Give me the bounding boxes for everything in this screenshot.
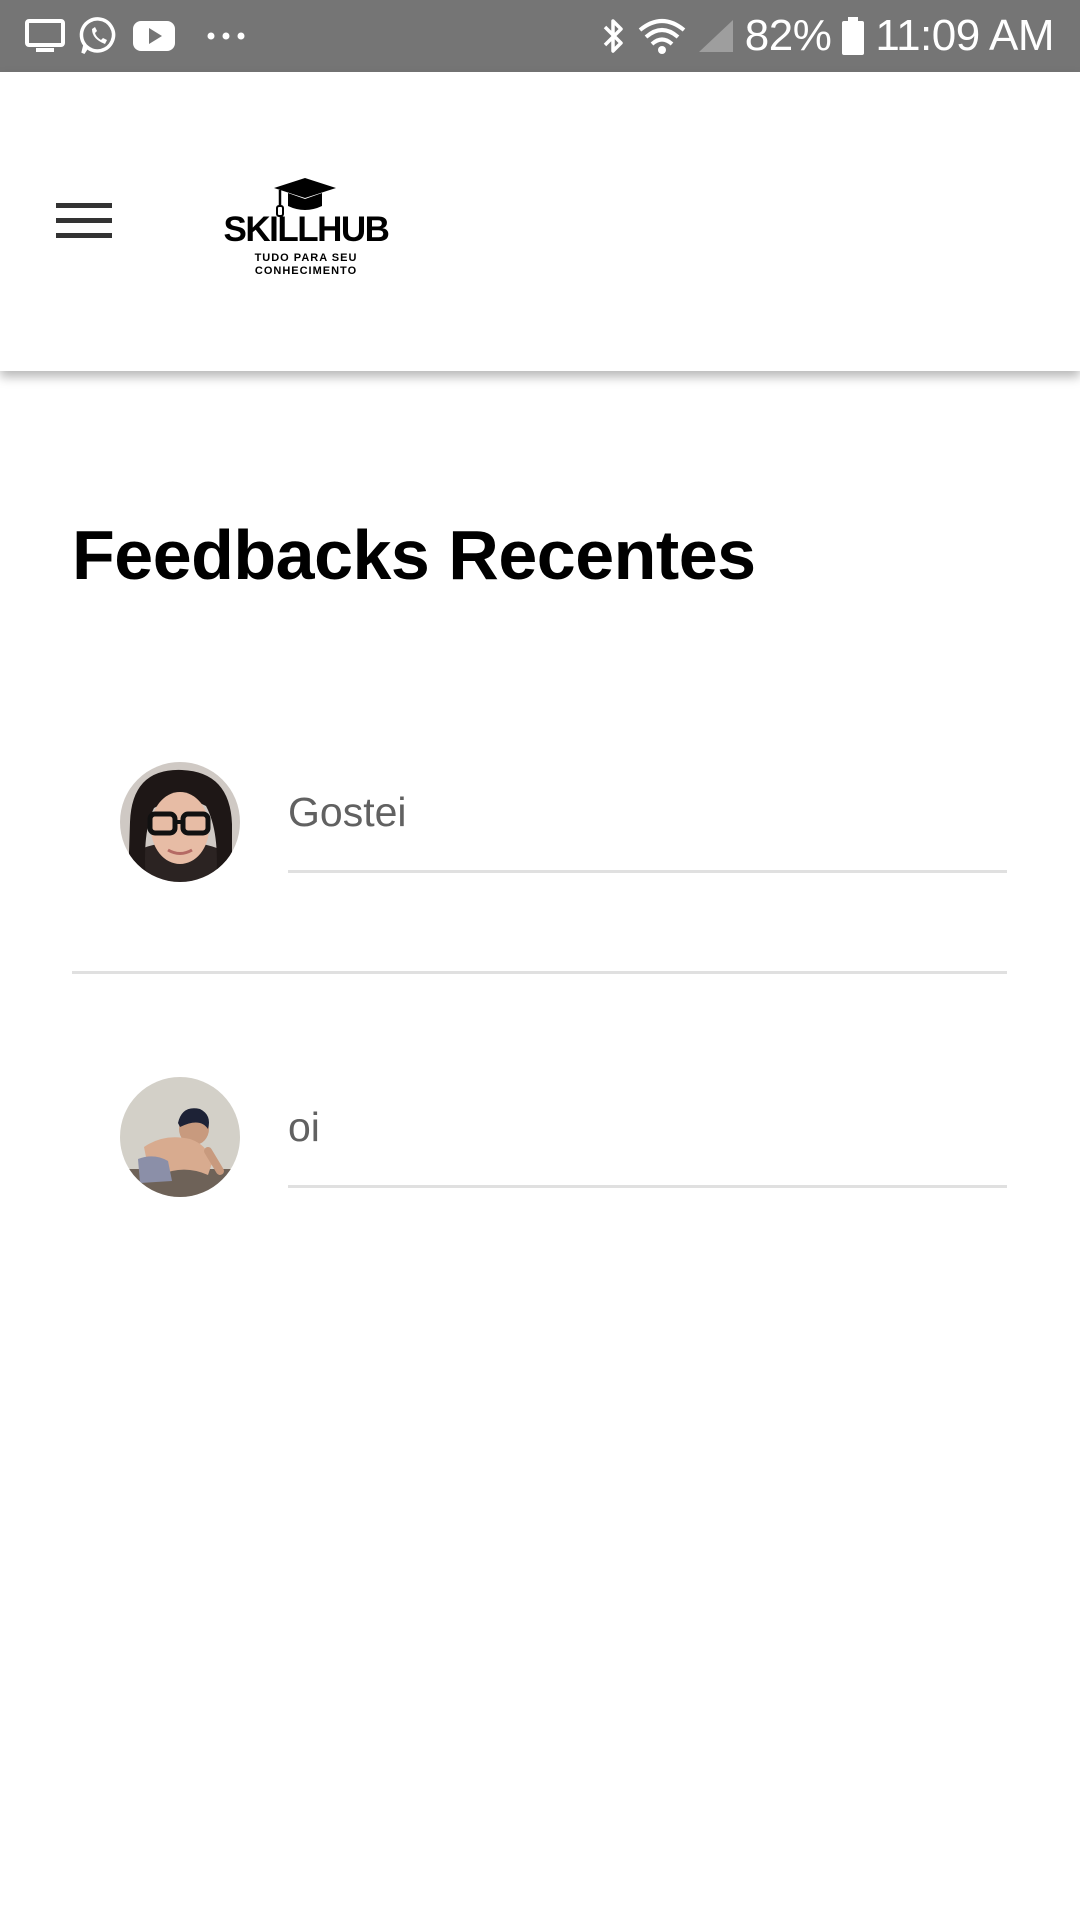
logo-tagline-line1: TUDO PARA SEU (254, 252, 358, 264)
more-dots-icon (206, 31, 246, 41)
clock: 11:09 AM (875, 11, 1054, 60)
skillhub-logo[interactable]: SKILLHUB TUDO PARA SEU CONHECIMENTO (214, 176, 398, 277)
feedback-item[interactable]: Gostei (72, 690, 1007, 950)
app-header: SKILLHUB TUDO PARA SEU CONHECIMENTO (0, 72, 1080, 371)
feedback-text: oi (288, 1104, 320, 1150)
feedback-item[interactable]: oi (72, 1005, 1007, 1265)
battery-icon (841, 16, 865, 56)
avatar (120, 762, 240, 882)
logo-tagline-line2: CONHECIMENTO (254, 264, 358, 277)
status-bar-notifications (24, 15, 246, 57)
feedback-underline (288, 1185, 1007, 1188)
logo-title: SKILLHUB (223, 210, 390, 249)
logo-tagline: TUDO PARA SEU CONHECIMENTO (214, 252, 398, 277)
avatar (120, 1077, 240, 1197)
screen-icon (24, 18, 66, 54)
hamburger-menu-icon (56, 201, 112, 246)
youtube-icon (132, 19, 176, 53)
battery-percentage: 82% (744, 11, 832, 60)
page-title: Feedbacks Recentes (72, 516, 756, 594)
status-bar-system: 82% 11:09 AM (601, 14, 1054, 58)
wifi-icon (637, 16, 687, 56)
whatsapp-icon (78, 15, 120, 57)
feedback-text: Gostei (288, 789, 407, 835)
signal-icon (697, 18, 735, 54)
status-bar: 82% 11:09 AM (0, 0, 1080, 72)
bluetooth-icon (601, 16, 627, 56)
feedback-underline (288, 870, 1007, 873)
feedback-divider (72, 971, 1007, 974)
menu-button[interactable] (46, 192, 122, 254)
